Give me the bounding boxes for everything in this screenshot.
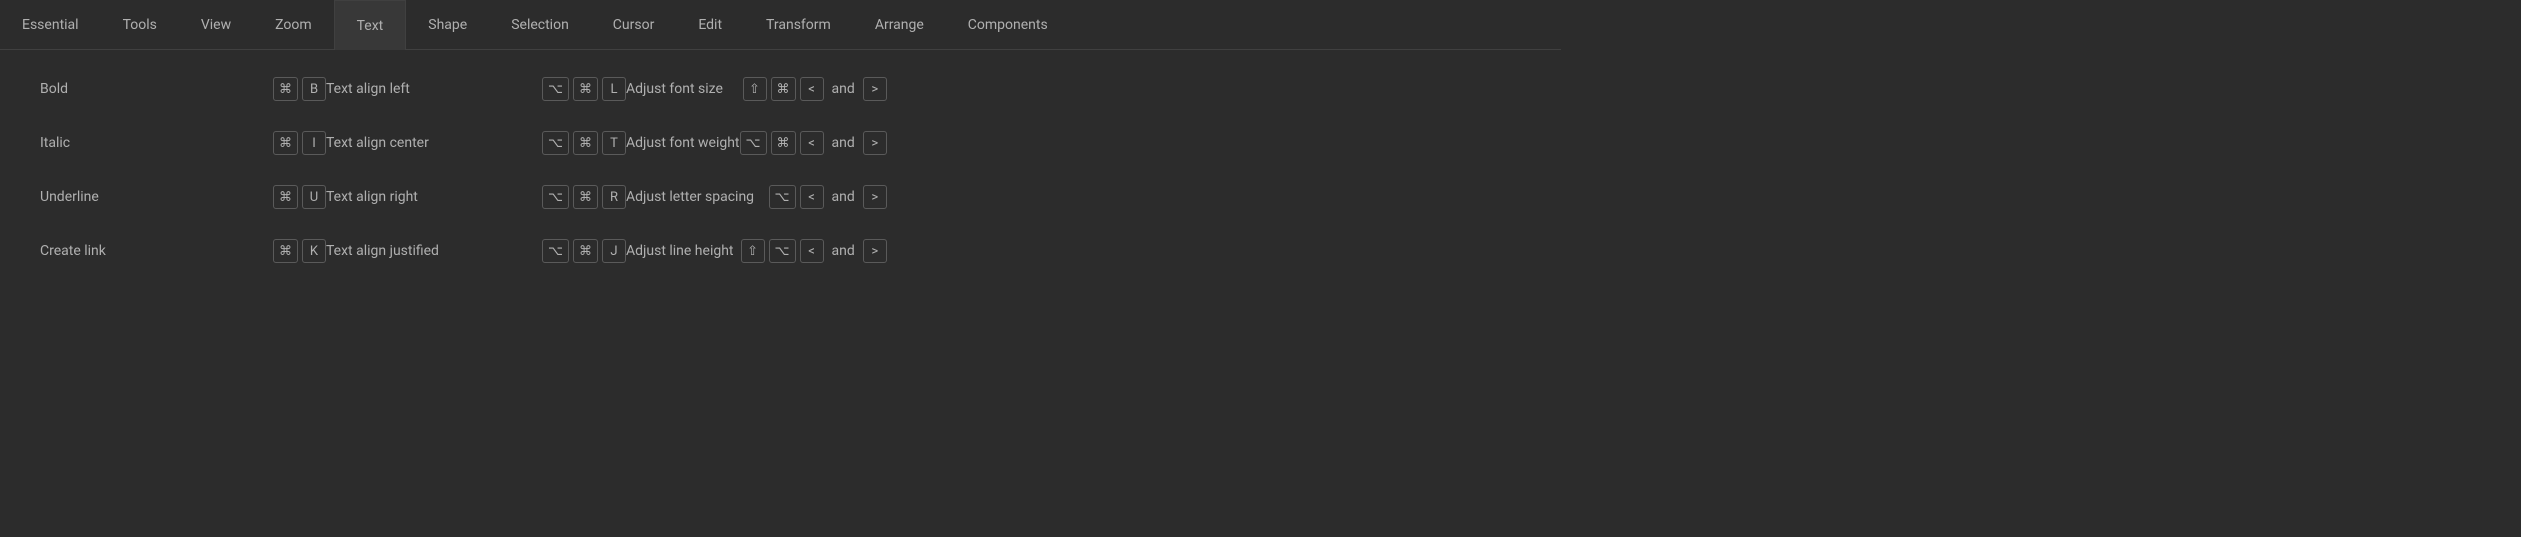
shortcut-label: Text align right (326, 189, 542, 205)
shortcut-keys: ⌥ ⌘ < and > (740, 131, 887, 155)
tab-selection[interactable]: Selection (489, 0, 591, 49)
key-cmd: ⌘ (273, 131, 298, 155)
key-less: < (800, 131, 824, 155)
shortcut-keys: ⇧ ⌘ < and > (743, 77, 887, 101)
shortcut-label: Adjust font weight (626, 135, 740, 151)
shortcut-row-underline: Underline ⌘ U (40, 180, 326, 214)
key-less: < (800, 239, 824, 263)
key-letter: K (302, 239, 326, 263)
shortcut-keys: ⌘ U (273, 185, 326, 209)
and-text: and (832, 189, 855, 205)
shortcut-label: Underline (40, 189, 273, 205)
and-text: and (832, 81, 855, 97)
tab-tools[interactable]: Tools (101, 0, 179, 49)
shortcut-row-create-link: Create link ⌘ K (40, 234, 326, 268)
key-letter: B (302, 77, 326, 101)
shortcut-label: Bold (40, 81, 273, 97)
tab-essential[interactable]: Essential (0, 0, 101, 49)
key-letter: T (602, 131, 626, 155)
shortcut-keys: ⇧ ⌥ < and > (741, 239, 887, 263)
key-cmd: ⌘ (573, 77, 598, 101)
shortcut-keys: ⌥ ⌘ L (542, 77, 626, 101)
key-option: ⌥ (542, 239, 569, 263)
shortcuts-content: Bold ⌘ B Italic ⌘ I Underline ⌘ U Create… (0, 50, 1561, 290)
key-shift: ⇧ (743, 77, 767, 101)
shortcut-row-italic: Italic ⌘ I (40, 126, 326, 160)
key-cmd: ⌘ (573, 185, 598, 209)
key-shift: ⇧ (741, 239, 765, 263)
key-greater: > (863, 239, 887, 263)
shortcut-column-3: Adjust font size ⇧ ⌘ < and > Adjust font… (626, 72, 887, 268)
key-less: < (800, 77, 824, 101)
shortcut-row-line-height: Adjust line height ⇧ ⌥ < and > (626, 234, 887, 268)
shortcut-keys: ⌘ K (273, 239, 326, 263)
key-greater: > (863, 185, 887, 209)
key-cmd: ⌘ (573, 239, 598, 263)
shortcut-label: Italic (40, 135, 273, 151)
shortcut-keys: ⌥ ⌘ T (542, 131, 626, 155)
shortcut-label: Text align justified (326, 243, 542, 259)
key-letter: R (602, 185, 626, 209)
tab-text[interactable]: Text (334, 0, 407, 50)
key-cmd: ⌘ (771, 131, 796, 155)
tab-components[interactable]: Components (946, 0, 1070, 49)
shortcut-row-align-center: Text align center ⌥ ⌘ T (326, 126, 626, 160)
shortcut-label: Text align center (326, 135, 542, 151)
tab-cursor[interactable]: Cursor (591, 0, 677, 49)
key-letter: U (302, 185, 326, 209)
key-option: ⌥ (769, 185, 796, 209)
key-greater: > (863, 131, 887, 155)
shortcut-label: Adjust font size (626, 81, 743, 97)
key-option: ⌥ (542, 77, 569, 101)
shortcut-label: Adjust letter spacing (626, 189, 769, 205)
key-option: ⌥ (740, 131, 767, 155)
shortcut-row-bold: Bold ⌘ B (40, 72, 326, 106)
tabs-bar: Essential Tools View Zoom Text Shape Sel… (0, 0, 1561, 50)
shortcut-keys: ⌥ ⌘ R (542, 185, 626, 209)
tab-edit[interactable]: Edit (676, 0, 744, 49)
shortcut-column-2: Text align left ⌥ ⌘ L Text align center … (326, 72, 626, 268)
shortcut-keys: ⌘ I (273, 131, 326, 155)
and-text: and (832, 135, 855, 151)
shortcut-column-1: Bold ⌘ B Italic ⌘ I Underline ⌘ U Create… (40, 72, 326, 268)
shortcut-row-letter-spacing: Adjust letter spacing ⌥ < and > (626, 180, 887, 214)
shortcut-row-align-left: Text align left ⌥ ⌘ L (326, 72, 626, 106)
tab-zoom[interactable]: Zoom (253, 0, 334, 49)
key-cmd: ⌘ (273, 185, 298, 209)
key-option: ⌥ (769, 239, 796, 263)
shortcut-keys: ⌘ B (273, 77, 326, 101)
key-option: ⌥ (542, 185, 569, 209)
key-letter: L (602, 77, 626, 101)
tab-arrange[interactable]: Arrange (853, 0, 946, 49)
key-cmd: ⌘ (771, 77, 796, 101)
key-letter: J (602, 239, 626, 263)
key-cmd: ⌘ (273, 239, 298, 263)
key-less: < (800, 185, 824, 209)
key-letter: I (302, 131, 326, 155)
key-option: ⌥ (542, 131, 569, 155)
and-text: and (832, 243, 855, 259)
shortcut-row-align-justified: Text align justified ⌥ ⌘ J (326, 234, 626, 268)
shortcut-row-align-right: Text align right ⌥ ⌘ R (326, 180, 626, 214)
shortcut-label: Adjust line height (626, 243, 741, 259)
key-cmd: ⌘ (273, 77, 298, 101)
tab-transform[interactable]: Transform (744, 0, 853, 49)
shortcut-label: Create link (40, 243, 273, 259)
shortcut-row-font-weight: Adjust font weight ⌥ ⌘ < and > (626, 126, 887, 160)
tab-shape[interactable]: Shape (406, 0, 489, 49)
shortcut-keys: ⌥ < and > (769, 185, 887, 209)
tab-view[interactable]: View (179, 0, 253, 49)
shortcut-row-font-size: Adjust font size ⇧ ⌘ < and > (626, 72, 887, 106)
key-cmd: ⌘ (573, 131, 598, 155)
key-greater: > (863, 77, 887, 101)
shortcut-label: Text align left (326, 81, 542, 97)
shortcut-keys: ⌥ ⌘ J (542, 239, 626, 263)
